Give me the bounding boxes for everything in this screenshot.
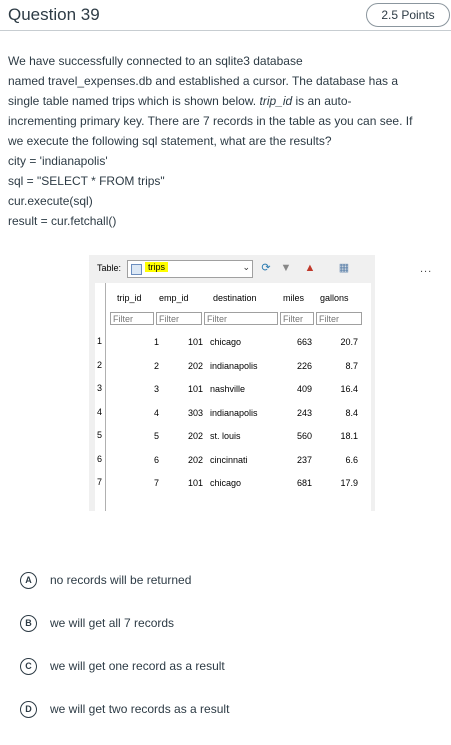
table-cell[interactable]: 1 bbox=[129, 336, 159, 348]
db-browser-screenshot: Table: trips ⌄ ⟳ ▼ ▲ ▦ trip_id emp_id de… bbox=[89, 255, 375, 511]
row-number[interactable]: 4 bbox=[97, 407, 102, 417]
body-line: single table named trips which is shown … bbox=[8, 94, 352, 108]
table-cell[interactable]: 663 bbox=[282, 336, 312, 348]
table-cell[interactable]: 202 bbox=[173, 454, 203, 466]
db-toolbar: Table: trips ⌄ ⟳ ▼ ▲ ▦ bbox=[89, 255, 375, 283]
table-cell[interactable]: 202 bbox=[173, 360, 203, 372]
table-name: trips bbox=[145, 262, 169, 272]
body-line: named travel_expenses.db and established… bbox=[8, 74, 399, 88]
table-cell[interactable]: 20.7 bbox=[328, 336, 358, 348]
answer-text: we will get all 7 records bbox=[50, 616, 175, 630]
question-title: Question 39 bbox=[8, 5, 100, 24]
more-options-icon[interactable]: ... bbox=[420, 263, 432, 275]
column-header-miles[interactable]: miles bbox=[283, 293, 304, 303]
table-cell[interactable]: 8.4 bbox=[328, 407, 358, 419]
answer-text: we will get one record as a result bbox=[50, 659, 225, 673]
column-header-trip-id[interactable]: trip_id bbox=[117, 293, 142, 303]
table-cell[interactable]: 4 bbox=[129, 407, 159, 419]
code-line: cur.execute(sql) bbox=[8, 194, 93, 208]
answer-letter: B bbox=[20, 615, 37, 632]
table-cell[interactable]: 18.1 bbox=[328, 430, 358, 442]
row-number[interactable]: 1 bbox=[97, 336, 102, 346]
answer-text: we will get two records as a result bbox=[50, 702, 230, 716]
filter-destination[interactable]: Filter bbox=[204, 312, 278, 325]
table-cell[interactable]: 560 bbox=[282, 430, 312, 442]
code-line: result = cur.fetchall() bbox=[8, 214, 117, 228]
answer-letter: C bbox=[20, 658, 37, 675]
table-cell[interactable]: nashville bbox=[210, 383, 245, 395]
table-cell[interactable]: 226 bbox=[282, 360, 312, 372]
table-cell[interactable]: 5 bbox=[129, 430, 159, 442]
row-number[interactable]: 7 bbox=[97, 477, 102, 487]
answer-letter: D bbox=[20, 701, 37, 718]
clear-filter-icon[interactable]: ▼ bbox=[279, 261, 293, 275]
answer-letter: A bbox=[20, 572, 37, 589]
table-cell[interactable]: 202 bbox=[173, 430, 203, 442]
body-line: we execute the following sql statement, … bbox=[8, 134, 332, 148]
table-cell[interactable]: 237 bbox=[282, 454, 312, 466]
filter-miles[interactable]: Filter bbox=[280, 312, 314, 325]
table-cell[interactable]: 6.6 bbox=[328, 454, 358, 466]
filter-gallons[interactable]: Filter bbox=[316, 312, 362, 325]
data-grid: trip_id emp_id destination miles gallons… bbox=[95, 283, 371, 511]
body-line: incrementing primary key. There are 7 re… bbox=[8, 114, 413, 128]
row-number[interactable]: 2 bbox=[97, 360, 102, 370]
table-cell[interactable]: 681 bbox=[282, 477, 312, 489]
row-number[interactable]: 5 bbox=[97, 430, 102, 440]
table-cell[interactable]: 16.4 bbox=[328, 383, 358, 395]
print-icon[interactable]: ▦ bbox=[337, 261, 351, 275]
table-cell[interactable]: 17.9 bbox=[328, 477, 358, 489]
question-header: Question 39 2.5 Points bbox=[0, 0, 451, 31]
table-label: Table: bbox=[97, 263, 122, 273]
table-cell[interactable]: 409 bbox=[282, 383, 312, 395]
points-badge: 2.5 Points bbox=[366, 3, 450, 27]
body-line: We have successfully connected to an sql… bbox=[8, 54, 303, 68]
code-line: city = 'indianapolis' bbox=[8, 154, 108, 168]
table-cell[interactable]: 243 bbox=[282, 407, 312, 419]
row-number[interactable]: 6 bbox=[97, 454, 102, 464]
column-header-emp-id[interactable]: emp_id bbox=[159, 293, 189, 303]
table-select[interactable]: trips ⌄ bbox=[127, 260, 253, 278]
table-cell[interactable]: 101 bbox=[173, 383, 203, 395]
chevron-down-icon: ⌄ bbox=[242, 262, 250, 272]
table-cell[interactable]: chicago bbox=[210, 336, 241, 348]
question-body: We have successfully connected to an sql… bbox=[8, 51, 448, 231]
table-cell[interactable]: chicago bbox=[210, 477, 241, 489]
table-cell[interactable]: indianapolis bbox=[210, 407, 258, 419]
row-number[interactable]: 3 bbox=[97, 383, 102, 393]
table-cell[interactable]: 303 bbox=[173, 407, 203, 419]
column-header-destination[interactable]: destination bbox=[213, 293, 257, 303]
refresh-icon[interactable]: ⟳ bbox=[259, 261, 273, 275]
table-cell[interactable]: indianapolis bbox=[210, 360, 258, 372]
table-cell[interactable]: 8.7 bbox=[328, 360, 358, 372]
table-cell[interactable]: st. louis bbox=[210, 430, 241, 442]
delete-record-icon[interactable]: ▲ bbox=[303, 261, 317, 275]
filter-emp-id[interactable]: Filter bbox=[156, 312, 202, 325]
table-cell[interactable]: 101 bbox=[173, 336, 203, 348]
table-cell[interactable]: 3 bbox=[129, 383, 159, 395]
filter-trip-id[interactable]: Filter bbox=[110, 312, 154, 325]
column-header-gallons[interactable]: gallons bbox=[320, 293, 349, 303]
table-cell[interactable]: cincinnati bbox=[210, 454, 248, 466]
code-line: sql = "SELECT * FROM trips" bbox=[8, 174, 165, 188]
table-cell[interactable]: 2 bbox=[129, 360, 159, 372]
italic-column-name: trip_id bbox=[259, 94, 293, 108]
table-cell[interactable]: 101 bbox=[173, 477, 203, 489]
table-cell[interactable]: 6 bbox=[129, 454, 159, 466]
table-icon bbox=[131, 264, 142, 275]
table-cell[interactable]: 7 bbox=[129, 477, 159, 489]
answer-text: no records will be returned bbox=[50, 573, 192, 587]
